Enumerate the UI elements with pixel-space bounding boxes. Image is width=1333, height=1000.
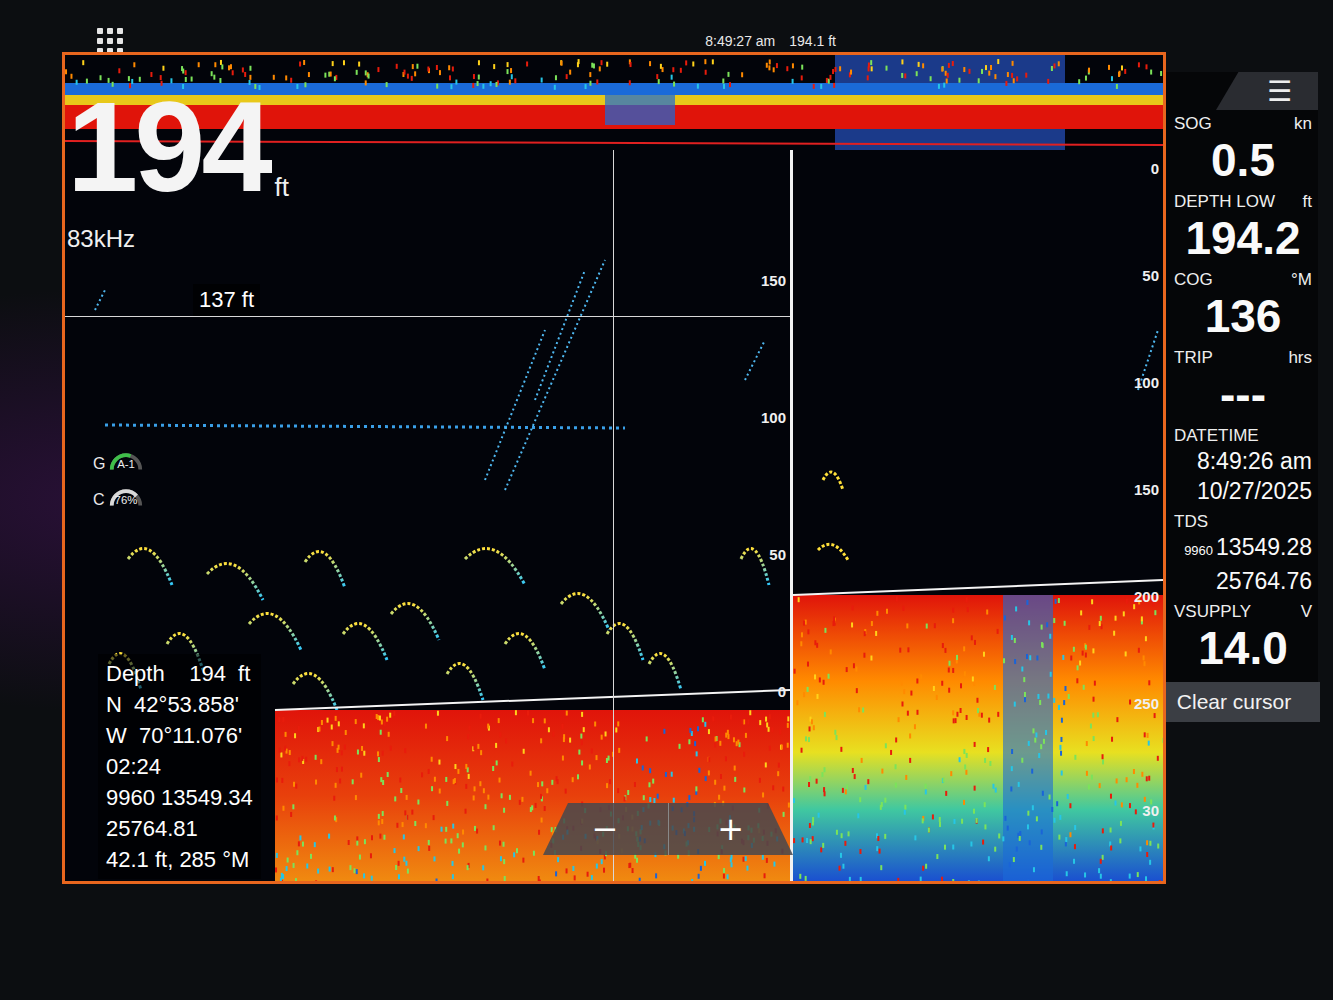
item-value: 996013549.28 (1174, 532, 1312, 566)
item-label: TRIP (1174, 348, 1213, 368)
cursor-h-line (65, 316, 790, 317)
info-line: 42.1 ft, 285 °M (106, 844, 253, 875)
gauge-arc-icon: A-1 (107, 445, 145, 473)
item-unit: hrs (1288, 348, 1312, 368)
item-label: DATETIME (1174, 426, 1259, 446)
scale-label: 0 (1134, 160, 1159, 267)
sonar-frame: 150100500137 ft05010015020025030194ft83k… (62, 52, 1166, 884)
sidebar-item: COG °M136 (1166, 266, 1318, 344)
data-sidebar: ☰SOG kn0.5 DEPTH LOW ft194.2 COG °M136 TRIP hrs… (1166, 72, 1318, 722)
sonar-right-chart (793, 150, 1163, 881)
clear-cursor-button[interactable]: Clear cursor (1148, 682, 1320, 722)
scale-label: 100 (1134, 374, 1159, 481)
info-line: W 70°11.076' (106, 720, 253, 751)
info-line: 25764.81 (106, 813, 253, 844)
cursor-label: 137 ft (193, 284, 260, 316)
scale-label: 30 (1134, 802, 1159, 881)
status-text: 8:49:27 am 194.1 ft (705, 33, 836, 49)
depth-value: 194 (67, 83, 269, 211)
gauges: GA-1 C76% (93, 445, 145, 509)
item-value: 8:49:26 am (1174, 446, 1312, 476)
item-value: 10/27/2025 (1174, 476, 1312, 506)
item-unit: ft (1303, 192, 1312, 212)
apps-grid-icon[interactable] (92, 30, 128, 52)
depth-unit: ft (275, 172, 289, 203)
scale-label: 50 (1134, 267, 1159, 374)
sidebar-item: SOG kn0.5 (1166, 110, 1318, 188)
item-label: COG (1174, 270, 1213, 290)
pane-divider (790, 150, 793, 881)
sidebar-item: DATETIME8:49:26 am10/27/2025 (1166, 422, 1318, 508)
sidebar-item: TRIP hrs--- (1166, 344, 1318, 422)
sonar-right-pane[interactable]: 05010015020025030 (793, 150, 1163, 881)
svg-text:A-1: A-1 (118, 459, 136, 471)
status-depth: 194.1 ft (789, 33, 836, 49)
gauge: C76% (93, 481, 145, 509)
info-line: Depth 194 ft (106, 658, 253, 689)
depth-readout: 194ft 83kHz (67, 83, 289, 253)
item-value: 136 (1174, 290, 1312, 342)
cursor-info-box: Depth 194 ftN 42°53.858'W 70°11.076'02:2… (98, 654, 261, 879)
depth-scale: 05010015020025030 (1134, 160, 1159, 881)
sidebar-item: VSUPPLY V14.0 (1166, 598, 1318, 676)
depth-scale: 150100500 (761, 272, 786, 820)
status-time: 8:49:27 am (705, 33, 775, 49)
item-value: 14.0 (1174, 622, 1312, 674)
gauge-arc-icon: 76% (107, 481, 145, 509)
info-line: N 42°53.858' (106, 689, 253, 720)
scale-label: 150 (1134, 481, 1159, 588)
item-label: TDS (1174, 512, 1208, 532)
cursor-v-line (613, 150, 614, 881)
top-bar: 8:49:27 am 194.1 ft (62, 30, 1166, 52)
item-value: 0.5 (1174, 134, 1312, 186)
zoom-controls: −+ (543, 803, 793, 855)
info-line: 9960 13549.34 (106, 782, 253, 813)
sonar-screen: 8:49:27 am194.1 ft150100500137 ft0501001… (0, 0, 1333, 1000)
sidebar-item: DEPTH LOW ft194.2 (1166, 188, 1318, 266)
item-value: 194.2 (1174, 212, 1312, 264)
item-unit: kn (1294, 114, 1312, 134)
item-unit: °M (1291, 270, 1312, 290)
item-label: DEPTH LOW (1174, 192, 1275, 212)
scale-label: 100 (761, 409, 786, 546)
scale-label: 200 (1134, 588, 1159, 695)
scale-label: 150 (761, 272, 786, 409)
menu-icon[interactable]: ☰ (1216, 72, 1318, 110)
scale-label: 50 (761, 546, 786, 683)
item-label: SOG (1174, 114, 1212, 134)
gauge: GA-1 (93, 445, 145, 473)
scale-label: 250 (1134, 695, 1159, 802)
item-value: 25764.76 (1174, 566, 1312, 596)
info-line: 02:24 (106, 751, 253, 782)
frequency: 83kHz (67, 225, 289, 253)
item-label: VSUPPLY (1174, 602, 1251, 622)
sidebar-item: TDS996013549.2825764.76 (1166, 508, 1318, 598)
scale-label: 0 (761, 683, 786, 820)
item-unit: V (1301, 602, 1312, 622)
svg-text:76%: 76% (114, 495, 137, 507)
item-value: --- (1174, 368, 1312, 420)
